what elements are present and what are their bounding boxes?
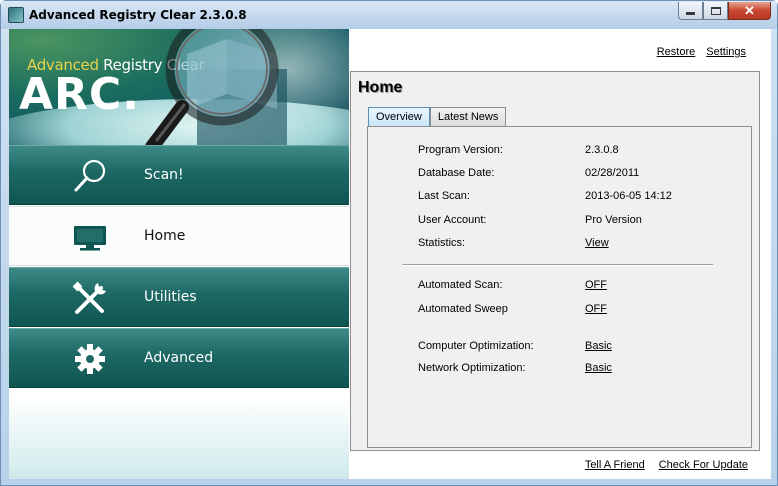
magnifier-logo-icon (145, 29, 287, 145)
tab-strip: Overview Latest News (368, 107, 507, 127)
window-controls: ✕ (678, 2, 771, 20)
computer-optimization-link[interactable]: Basic (585, 340, 612, 352)
setting-label: Network Optimization: (418, 362, 526, 374)
info-row: User Account: Pro Version (418, 214, 738, 228)
statistics-view-link[interactable]: View (585, 237, 609, 249)
gear-icon (75, 344, 105, 374)
window-title: Advanced Registry Clear 2.3.0.8 (29, 8, 247, 22)
divider (402, 264, 713, 266)
maximize-button[interactable] (703, 2, 728, 20)
monitor-icon (74, 226, 106, 251)
close-button[interactable]: ✕ (728, 2, 771, 20)
nav-label-scan: Scan! (144, 167, 184, 183)
top-links: Restore Settings (657, 46, 746, 58)
home-panel: Home Overview Latest News Program Versio… (350, 71, 760, 451)
automated-sweep-link[interactable]: OFF (585, 303, 607, 315)
tell-a-friend-link[interactable]: Tell A Friend (585, 459, 645, 471)
setting-row: Automated Scan: OFF (418, 279, 738, 293)
info-value: 02/28/2011 (585, 167, 640, 179)
client-area: Advanced Registry Clear ARC. Scan! Home … (9, 29, 771, 479)
setting-row: Computer Optimization: Basic (418, 340, 738, 354)
info-label: User Account: (418, 214, 487, 226)
info-label: Database Date: (418, 167, 495, 179)
minimize-button[interactable] (678, 2, 703, 20)
left-panel: Advanced Registry Clear ARC. Scan! Home … (9, 29, 349, 479)
info-label: Program Version: (418, 144, 503, 156)
nav-item-scan[interactable]: Scan! (9, 145, 349, 205)
info-value: 2.3.0.8 (585, 144, 619, 156)
maximize-icon (710, 6, 721, 15)
check-for-update-link[interactable]: Check For Update (659, 459, 748, 471)
nav-item-home[interactable]: Home (9, 206, 349, 266)
page-title: Home (358, 79, 403, 96)
tab-overview[interactable]: Overview (368, 107, 430, 127)
nav-label-home: Home (144, 228, 186, 244)
app-icon (8, 7, 24, 23)
tools-icon (72, 281, 106, 314)
brand-banner: Advanced Registry Clear ARC. (9, 29, 349, 145)
restore-link[interactable]: Restore (657, 46, 696, 58)
info-value: Pro Version (585, 214, 642, 226)
setting-row: Network Optimization: Basic (418, 362, 738, 376)
info-row: Database Date: 02/28/2011 (418, 167, 738, 181)
nav-label-utilities: Utilities (144, 289, 197, 305)
brand-abbreviation: ARC. (19, 69, 140, 120)
settings-link[interactable]: Settings (706, 46, 746, 58)
magnifier-icon (74, 159, 106, 192)
automated-scan-link[interactable]: OFF (585, 279, 607, 291)
bottom-links: Tell A Friend Check For Update (585, 459, 748, 471)
network-optimization-link[interactable]: Basic (585, 362, 612, 374)
info-row: Statistics: View (418, 237, 738, 251)
setting-label: Computer Optimization: (418, 340, 534, 352)
info-label: Statistics: (418, 237, 466, 249)
info-label: Last Scan: (418, 190, 470, 202)
title-bar[interactable]: Advanced Registry Clear 2.3.0.8 ✕ (1, 1, 777, 29)
setting-label: Automated Sweep (418, 303, 508, 315)
nav-item-utilities[interactable]: Utilities (9, 267, 349, 327)
tab-latest-news[interactable]: Latest News (429, 107, 507, 126)
app-window: Advanced Registry Clear 2.3.0.8 ✕ Advanc… (0, 0, 778, 486)
setting-label: Automated Scan: (418, 279, 503, 291)
nav-label-advanced: Advanced (144, 350, 214, 366)
close-icon: ✕ (744, 2, 755, 18)
info-row: Last Scan: 2013-06-05 14:12 (418, 190, 738, 204)
setting-row: Automated Sweep OFF (418, 303, 738, 317)
overview-content: Program Version: 2.3.0.8 Database Date: … (367, 126, 752, 448)
minimize-icon (686, 12, 695, 15)
info-row: Program Version: 2.3.0.8 (418, 144, 738, 158)
nav-item-advanced[interactable]: Advanced (9, 328, 349, 388)
info-value: 2013-06-05 14:12 (585, 190, 672, 202)
